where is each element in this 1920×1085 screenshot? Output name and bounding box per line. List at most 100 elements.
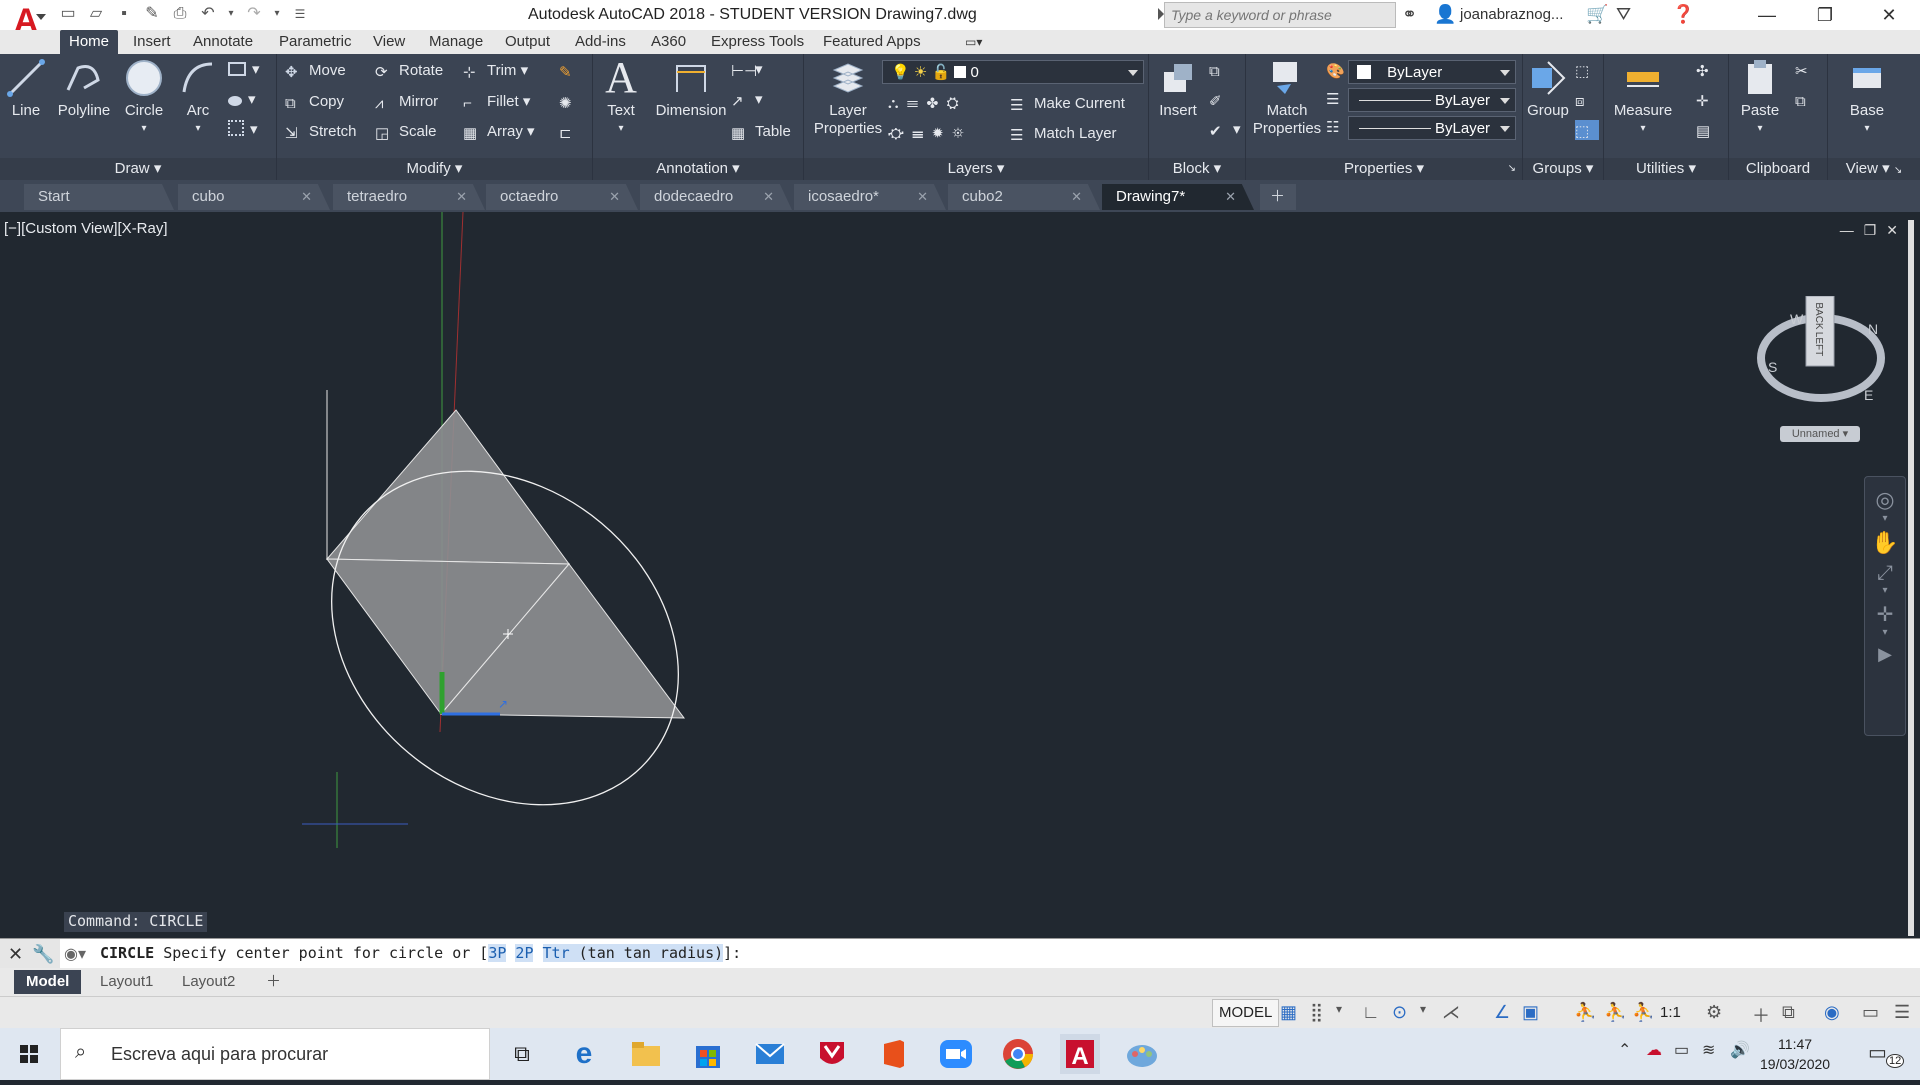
vertical-scrollbar[interactable] <box>1908 220 1914 936</box>
scale-button[interactable]: ◲ Scale <box>375 122 437 142</box>
command-input[interactable]: CIRCLE Specify center point for circle o… <box>100 944 741 962</box>
tab-express-tools[interactable]: Express Tools <box>702 30 813 54</box>
file-tab-cubo[interactable]: cubo ✕ <box>178 184 330 210</box>
tab-featured-apps[interactable]: Featured Apps <box>814 30 930 54</box>
help-icon[interactable]: ❓ <box>1672 4 1694 25</box>
redo-icon[interactable]: ↷ <box>244 4 264 24</box>
option-3p[interactable]: 3P <box>488 944 507 962</box>
explode-button[interactable]: ✺ <box>559 92 583 112</box>
compass-n[interactable]: N <box>1868 321 1878 337</box>
wrench-icon[interactable]: 🔧 <box>32 939 54 969</box>
a360-icon[interactable]: ⛛ <box>1616 4 1631 25</box>
tab-insert[interactable]: Insert <box>124 30 180 54</box>
workspace-gear-icon[interactable]: ⚙ <box>1706 1002 1722 1023</box>
group-button[interactable]: Group <box>1527 58 1569 120</box>
annotation-scale-icon[interactable]: ⛹ <box>1632 1002 1654 1023</box>
file-tab-icosaedro[interactable]: icosaedro* ✕ <box>794 184 946 210</box>
taskbar-search[interactable]: ⌕ Escreva aqui para procurar <box>60 1028 490 1080</box>
paste-button[interactable]: Paste ▾ <box>1737 58 1783 138</box>
binoculars-icon[interactable]: ⚭ <box>1402 4 1417 25</box>
search-input[interactable] <box>1165 3 1393 27</box>
group-edit-button[interactable]: ⧈ <box>1575 90 1599 110</box>
erase-button[interactable]: ✎ <box>559 61 583 81</box>
store-icon[interactable] <box>688 1034 728 1074</box>
dimension-button[interactable]: Dimension <box>651 58 731 120</box>
polar-icon[interactable]: ⊙ <box>1392 1002 1407 1023</box>
start-button[interactable] <box>0 1028 60 1080</box>
measure-button[interactable]: Measure ▾ <box>1608 58 1678 138</box>
orbit-icon[interactable]: ✛ <box>1865 602 1905 627</box>
edit-block-button[interactable]: ✐ <box>1209 90 1233 110</box>
wifi-icon[interactable]: ≋ <box>1702 1040 1715 1060</box>
undo-dropdown-icon[interactable]: ▾ <box>226 4 236 24</box>
file-tab-drawing7[interactable]: Drawing7* ✕ <box>1102 184 1254 210</box>
add-layout-button[interactable]: ＋ <box>254 970 293 994</box>
layer-dropdown[interactable]: 💡 ☀ 🔓 0 <box>882 60 1144 84</box>
annotation-panel-title[interactable]: Annotation ▾ <box>593 158 803 180</box>
chevron-down-icon[interactable]: ▾ <box>1336 1002 1342 1016</box>
chrome-icon[interactable] <box>998 1034 1038 1074</box>
make-current-button[interactable]: ☰ Make Current <box>1010 94 1125 114</box>
layer-properties-button[interactable]: Layer Properties <box>808 58 888 138</box>
office-icon[interactable] <box>874 1034 914 1074</box>
polyline-button[interactable]: Polyline <box>52 58 116 120</box>
tab-manage[interactable]: Manage <box>420 30 492 54</box>
auto-scale-icon[interactable]: ⛹ <box>1604 1002 1626 1023</box>
close-icon[interactable]: ✕ <box>1225 184 1236 210</box>
ungroup-button[interactable]: ⬚ <box>1575 60 1599 80</box>
file-tab-octaedro[interactable]: octaedro ✕ <box>486 184 638 210</box>
ribbon-options-icon[interactable]: ▭▾ <box>956 30 991 54</box>
search-box[interactable] <box>1164 2 1396 28</box>
object-snap-icon[interactable]: ▣ <box>1522 1002 1539 1023</box>
redo-dropdown-icon[interactable]: ▾ <box>272 4 282 24</box>
minimize-button[interactable]: — <box>1738 0 1796 30</box>
tab-home[interactable]: Home <box>60 30 119 54</box>
compass-s[interactable]: S <box>1768 359 1777 375</box>
create-block-button[interactable]: ⧉ <box>1209 60 1233 80</box>
match-properties-button[interactable]: Match Properties <box>1250 58 1324 138</box>
view-panel-title[interactable]: View ▾ ↘ <box>1828 158 1920 180</box>
match-layer-button[interactable]: ☰ Match Layer <box>1010 124 1117 144</box>
array-button[interactable]: ▦ Array ▾ <box>463 122 535 142</box>
battery-icon[interactable]: ▭ <box>1674 1040 1689 1060</box>
arc-button[interactable]: Arc ▾ <box>176 58 220 138</box>
tab-layout2[interactable]: Layout2 <box>170 970 247 994</box>
layer-freeze-icon[interactable]: ✤ <box>926 95 938 112</box>
move-button[interactable]: ✥ Move <box>285 61 346 81</box>
trim-button[interactable]: ⊹ Trim ▾ <box>463 61 528 81</box>
user-name[interactable]: joanabraznog... <box>1460 6 1563 23</box>
id-point-button[interactable]: ✛ <box>1696 90 1720 110</box>
model-space-toggle[interactable]: MODEL <box>1212 999 1280 1027</box>
annotation-scale-value[interactable]: 1:1 <box>1660 1004 1681 1021</box>
tab-annotate[interactable]: Annotate <box>184 30 262 54</box>
compass-w[interactable]: W <box>1790 311 1804 327</box>
fillet-button[interactable]: ⌐ Fillet ▾ <box>463 92 530 112</box>
linear-dimension-button[interactable]: ⊢⊣▾ <box>731 60 763 80</box>
layer-isolate-icon[interactable]: ☰ <box>907 95 918 112</box>
tab-a360[interactable]: A360 <box>642 30 695 54</box>
chevron-down-icon[interactable]: ▾ <box>1842 120 1892 138</box>
stretch-button[interactable]: ⇲ Stretch <box>285 122 357 142</box>
plus-icon[interactable]: ＋ <box>1752 1002 1770 1028</box>
tab-add-ins[interactable]: Add-ins <box>566 30 635 54</box>
dialog-launcher-icon[interactable]: ↘ <box>1894 165 1902 176</box>
model-space-canvas[interactable]: ↗ <box>0 212 1920 936</box>
user-icon[interactable]: 👤 <box>1434 4 1456 25</box>
base-button[interactable]: Base ▾ <box>1842 58 1892 138</box>
utilities-panel-title[interactable]: Utilities ▾ <box>1604 158 1728 180</box>
layer-on-icon[interactable]: ⛮ <box>888 125 904 142</box>
annotation-visibility-icon[interactable]: ⛹ <box>1574 1002 1596 1023</box>
chevron-down-icon[interactable]: ▾ <box>1865 585 1905 596</box>
offset-button[interactable]: ⊏ <box>559 122 583 142</box>
quick-select-button[interactable]: ✣ <box>1696 60 1720 80</box>
color-dropdown[interactable]: ByLayer <box>1348 60 1516 84</box>
boundary-button[interactable]: ▾ <box>228 120 258 140</box>
restore-button[interactable]: ❐ <box>1796 0 1854 30</box>
chevron-down-icon[interactable]: ▾ <box>1420 1002 1426 1016</box>
tab-output[interactable]: Output <box>496 30 559 54</box>
layer-off-icon[interactable]: ⛬ <box>888 95 899 112</box>
layer-thaw-icon[interactable]: ✹ <box>932 125 944 142</box>
mirror-button[interactable]: ⩘ Mirror <box>375 92 438 112</box>
close-icon[interactable]: ✕ <box>763 184 774 210</box>
clock[interactable]: 11:47 19/03/2020 <box>1760 1034 1830 1074</box>
